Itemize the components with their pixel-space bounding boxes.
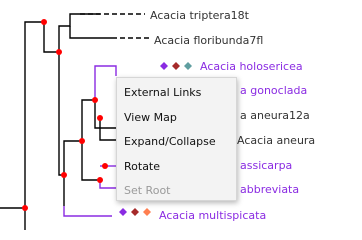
leaf-marker-diamond-icon xyxy=(131,208,139,216)
tree-node[interactable] xyxy=(61,172,67,178)
branch xyxy=(81,141,100,181)
branch xyxy=(69,26,112,39)
leaf-label-acacia-holosericea[interactable]: Acacia holosericea xyxy=(200,60,303,73)
tree-node[interactable] xyxy=(41,19,47,25)
leaf-label-acacia-floribunda[interactable]: Acacia floribunda7fl xyxy=(154,34,263,47)
leaf-label-aneura12a[interactable]: a aneura12a xyxy=(240,109,310,122)
branch xyxy=(58,52,64,176)
leaf-marker-diamond-icon xyxy=(160,62,168,70)
menu-item-view-map[interactable]: View Map xyxy=(117,106,236,131)
tree-node[interactable] xyxy=(56,49,62,55)
branch-highlight xyxy=(94,65,117,100)
branch xyxy=(63,99,95,175)
leaf-label-acacia-multispicata[interactable]: Acacia multispicata xyxy=(159,209,266,222)
tree-node[interactable] xyxy=(102,163,108,169)
leaf-label-abbreviata[interactable]: abbreviata xyxy=(240,183,299,196)
context-menu: External Links View Map Expand/Collapse … xyxy=(116,77,237,201)
branch xyxy=(94,100,116,129)
menu-item-external-links[interactable]: External Links xyxy=(117,81,236,106)
branch xyxy=(0,207,26,230)
branch xyxy=(43,22,59,53)
leaf-label-crassicarpa[interactable]: assicarpa xyxy=(240,159,292,172)
leaf-label-acacia-aneura[interactable]: Acacia aneura xyxy=(237,134,315,147)
tree-node[interactable] xyxy=(22,205,28,211)
menu-item-expand-collapse[interactable]: Expand/Collapse xyxy=(117,130,236,155)
branch xyxy=(24,21,44,208)
leaf-marker-diamond-icon xyxy=(143,208,151,216)
tree-node[interactable] xyxy=(97,177,103,183)
leaf-marker-diamond-icon xyxy=(184,62,192,70)
tree-node[interactable] xyxy=(92,97,98,103)
branch-highlight xyxy=(63,206,112,217)
tree-node[interactable] xyxy=(97,115,103,121)
menu-item-set-root: Set Root xyxy=(124,184,171,197)
branch xyxy=(58,13,100,52)
menu-item-rotate[interactable]: Rotate xyxy=(117,155,236,180)
tree-node[interactable] xyxy=(79,138,85,144)
leaf-label-gonoclada[interactable]: a gonoclada xyxy=(240,84,307,97)
leaf-marker-diamond-icon xyxy=(119,208,127,216)
leaf-marker-diamond-icon xyxy=(172,62,180,70)
branch xyxy=(99,118,116,141)
leaf-label-acacia-triptera[interactable]: Acacia triptera18t xyxy=(150,9,249,22)
